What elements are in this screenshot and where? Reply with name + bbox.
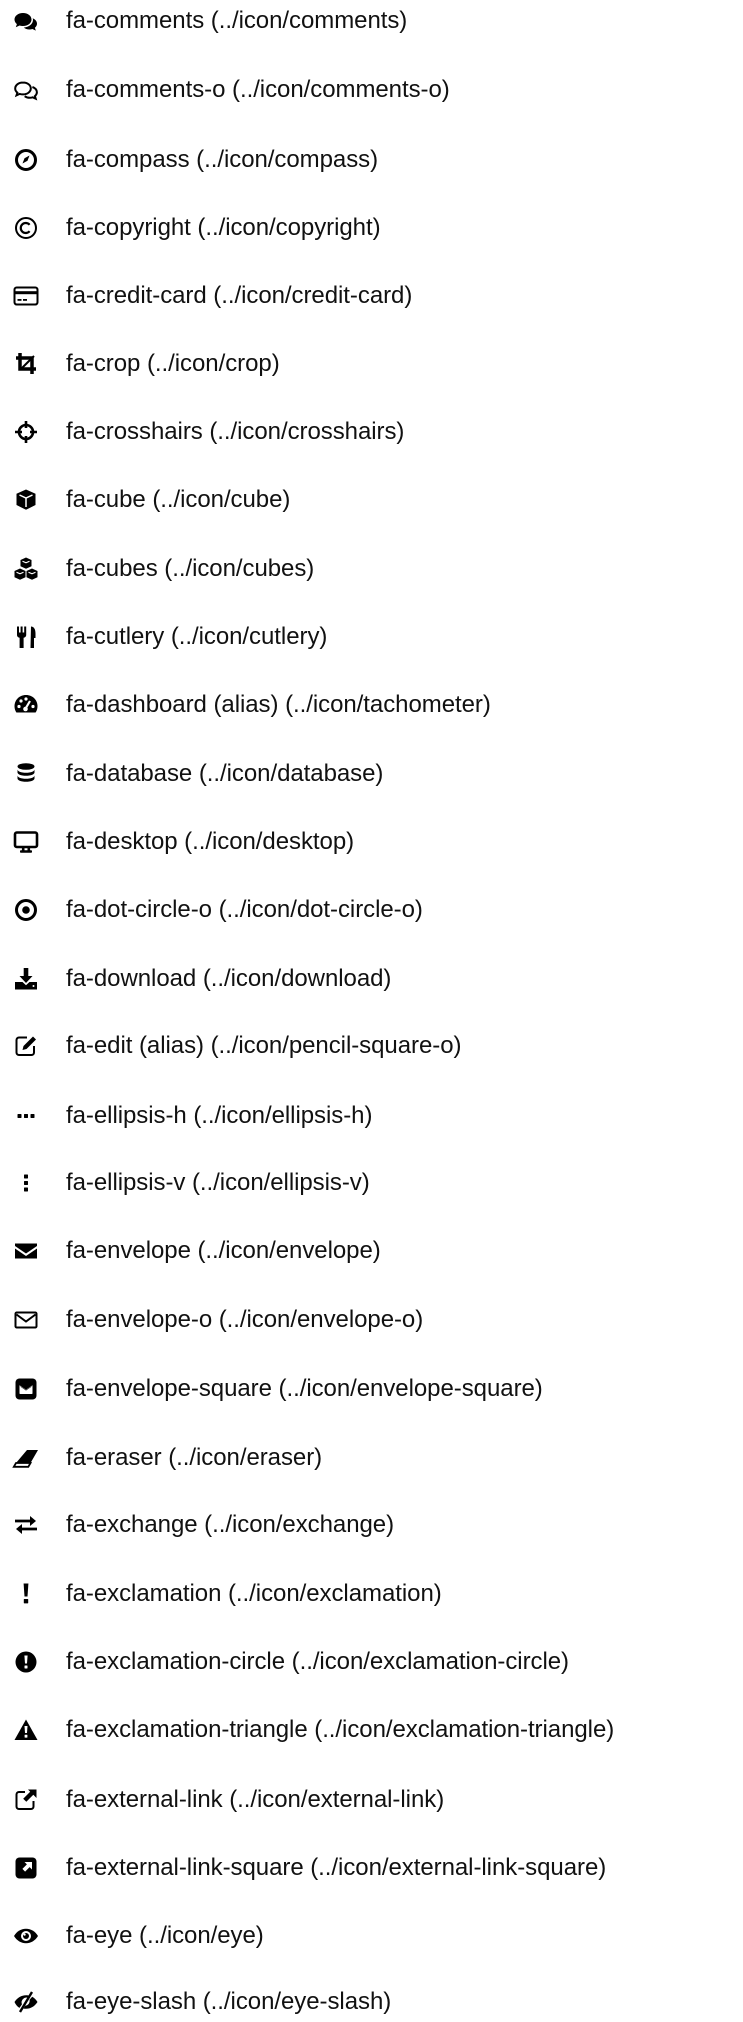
compass-icon: [9, 147, 43, 173]
exchange-icon: [9, 1512, 43, 1538]
list-item-label: fa-crop (../icon/crop): [66, 350, 280, 377]
list-item-label: fa-eye (../icon/eye): [66, 1922, 264, 1949]
list-item-download[interactable]: fa-download (../icon/download): [0, 959, 743, 999]
list-item-edit[interactable]: fa-edit (alias) (../icon/pencil-square-o…: [0, 1026, 743, 1066]
list-item-label: fa-comments-o (../icon/comments-o): [66, 76, 450, 103]
list-item-label: fa-dot-circle-o (../icon/dot-circle-o): [66, 896, 423, 923]
cubes-icon: [9, 556, 43, 582]
envelope-icon: [9, 1238, 43, 1264]
crop-icon: [9, 351, 43, 377]
list-item-comments[interactable]: fa-comments (../icon/comments): [0, 1, 743, 41]
list-item-label: fa-compass (../icon/compass): [66, 146, 379, 173]
list-item-label: fa-exclamation-triangle (../icon/exclama…: [66, 1716, 615, 1743]
list-item-crop[interactable]: fa-crop (../icon/crop): [0, 344, 743, 384]
list-item-label: fa-cutlery (../icon/cutlery): [66, 623, 328, 650]
list-item-label: fa-crosshairs (../icon/crosshairs): [66, 418, 405, 445]
list-item-label: fa-download (../icon/download): [66, 965, 392, 992]
comments-o-icon: [9, 77, 43, 103]
list-item-exclamation-circle[interactable]: fa-exclamation-circle (../icon/exclamati…: [0, 1642, 743, 1682]
list-item-envelope[interactable]: fa-envelope (../icon/envelope): [0, 1231, 743, 1271]
list-item-label: fa-external-link-square (../icon/externa…: [66, 1854, 607, 1881]
envelope-square-icon: [9, 1376, 43, 1402]
ellipsis-v-icon: [9, 1170, 43, 1196]
comments-icon: [9, 8, 43, 34]
eye-slash-icon: [9, 1989, 43, 2015]
list-item-cube[interactable]: fa-cube (../icon/cube): [0, 480, 743, 520]
list-item-exclamation[interactable]: fa-exclamation (../icon/exclamation): [0, 1574, 743, 1614]
edit-icon: [9, 1033, 43, 1059]
list-item-label: fa-edit (alias) (../icon/pencil-square-o…: [66, 1032, 462, 1059]
dashboard-icon: [9, 692, 43, 718]
list-item-crosshairs[interactable]: fa-crosshairs (../icon/crosshairs): [0, 412, 743, 452]
credit-card-icon: [9, 283, 43, 309]
list-item-label: fa-ellipsis-h (../icon/ellipsis-h): [66, 1102, 373, 1129]
envelope-o-icon: [9, 1307, 43, 1333]
list-item-cutlery[interactable]: fa-cutlery (../icon/cutlery): [0, 617, 743, 657]
list-item-eye-slash[interactable]: fa-eye-slash (../icon/eye-slash): [0, 1982, 743, 2022]
desktop-icon: [9, 829, 43, 855]
list-item-label: fa-envelope (../icon/envelope): [66, 1237, 381, 1264]
list-item-label: fa-database (../icon/database): [66, 760, 384, 787]
copyright-icon: [9, 215, 43, 241]
database-icon: [9, 761, 43, 787]
list-item-label: fa-envelope-o (../icon/envelope-o): [66, 1306, 424, 1333]
list-item-label: fa-exchange (../icon/exchange): [66, 1511, 395, 1538]
list-item-label: fa-eraser (../icon/eraser): [66, 1444, 323, 1471]
list-item-eraser[interactable]: fa-eraser (../icon/eraser): [0, 1438, 743, 1478]
dot-circle-o-icon: [9, 897, 43, 923]
exclamation-circle-icon: [9, 1649, 43, 1675]
eye-icon: [9, 1923, 43, 1949]
list-item-label: fa-comments (../icon/comments): [66, 7, 408, 34]
list-item-envelope-square[interactable]: fa-envelope-square (../icon/envelope-squ…: [0, 1369, 743, 1409]
list-item-label: fa-copyright (../icon/copyright): [66, 214, 381, 241]
list-item-dashboard[interactable]: fa-dashboard (alias) (../icon/tachometer…: [0, 685, 743, 725]
list-item-cubes[interactable]: fa-cubes (../icon/cubes): [0, 549, 743, 589]
list-item-label: fa-external-link (../icon/external-link): [66, 1786, 445, 1813]
list-item-label: fa-desktop (../icon/desktop): [66, 828, 355, 855]
list-item-ellipsis-h[interactable]: fa-ellipsis-h (../icon/ellipsis-h): [0, 1096, 743, 1136]
list-item-copyright[interactable]: fa-copyright (../icon/copyright): [0, 208, 743, 248]
list-item-label: fa-eye-slash (../icon/eye-slash): [66, 1988, 392, 2015]
list-item-label: fa-cubes (../icon/cubes): [66, 555, 315, 582]
crosshairs-icon: [9, 419, 43, 445]
list-item-credit-card[interactable]: fa-credit-card (../icon/credit-card): [0, 276, 743, 316]
icon-list: fa-comments (../icon/comments) fa-commen…: [0, 0, 743, 2017]
exclamation-icon: [9, 1581, 43, 1607]
list-item-eye[interactable]: fa-eye (../icon/eye): [0, 1916, 743, 1956]
list-item-label: fa-credit-card (../icon/credit-card): [66, 282, 413, 309]
list-item-label: fa-envelope-square (../icon/envelope-squ…: [66, 1375, 543, 1402]
list-item-label: fa-ellipsis-v (../icon/ellipsis-v): [66, 1169, 370, 1196]
list-item-ellipsis-v[interactable]: fa-ellipsis-v (../icon/ellipsis-v): [0, 1163, 743, 1203]
list-item-label: fa-dashboard (alias) (../icon/tachometer…: [66, 691, 491, 718]
list-item-external-link[interactable]: fa-external-link (../icon/external-link): [0, 1780, 743, 1820]
list-item-external-link-square[interactable]: fa-external-link-square (../icon/externa…: [0, 1848, 743, 1888]
ellipsis-h-icon: [9, 1103, 43, 1129]
cutlery-icon: [9, 624, 43, 650]
exclamation-triangle-icon: [9, 1717, 43, 1743]
external-link-square-icon: [9, 1855, 43, 1881]
download-icon: [9, 966, 43, 992]
list-item-desktop[interactable]: fa-desktop (../icon/desktop): [0, 822, 743, 862]
list-item-exclamation-triangle[interactable]: fa-exclamation-triangle (../icon/exclama…: [0, 1710, 743, 1750]
external-link-icon: [9, 1787, 43, 1813]
list-item-compass[interactable]: fa-compass (../icon/compass): [0, 140, 743, 180]
list-item-exchange[interactable]: fa-exchange (../icon/exchange): [0, 1505, 743, 1545]
eraser-icon: [9, 1445, 43, 1471]
list-item-dot-circle-o[interactable]: fa-dot-circle-o (../icon/dot-circle-o): [0, 890, 743, 930]
list-item-label: fa-exclamation (../icon/exclamation): [66, 1580, 442, 1607]
list-item-envelope-o[interactable]: fa-envelope-o (../icon/envelope-o): [0, 1300, 743, 1340]
list-item-label: fa-exclamation-circle (../icon/exclamati…: [66, 1648, 569, 1675]
list-item-database[interactable]: fa-database (../icon/database): [0, 754, 743, 794]
list-item-comments-o[interactable]: fa-comments-o (../icon/comments-o): [0, 70, 743, 110]
list-item-label: fa-cube (../icon/cube): [66, 486, 291, 513]
cube-icon: [9, 487, 43, 513]
